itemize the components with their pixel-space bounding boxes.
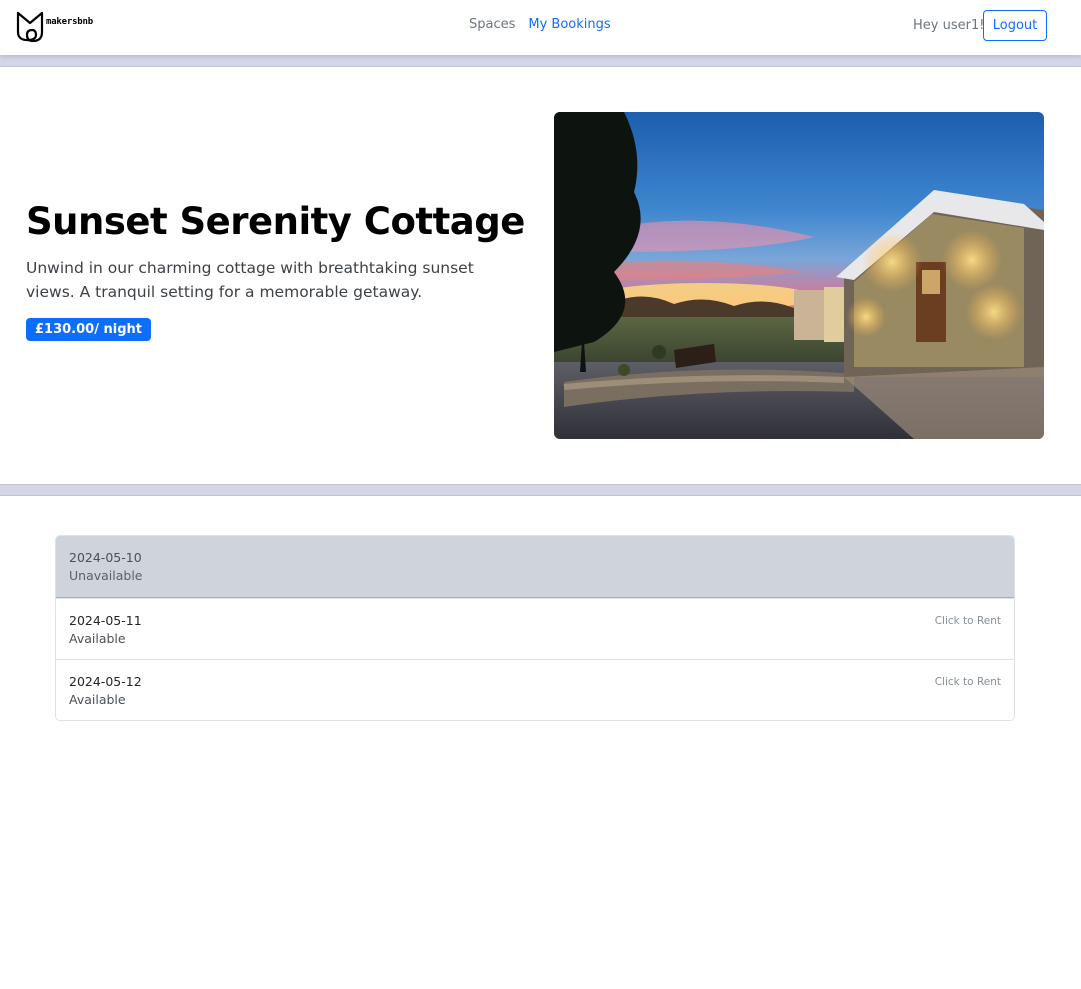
date-item-unavailable: 2024-05-10 Unavailable: [56, 536, 1014, 598]
nav-link-spaces[interactable]: Spaces: [469, 17, 515, 32]
nav-link-my-bookings[interactable]: My Bookings: [528, 17, 610, 32]
click-to-rent-link[interactable]: Click to Rent: [935, 676, 1001, 688]
availability-status: Unavailable: [69, 568, 143, 583]
date-label: 2024-05-11: [69, 613, 142, 628]
date-label: 2024-05-12: [69, 674, 142, 689]
space-description: Unwind in our charming cottage with brea…: [26, 259, 474, 301]
date-item-available[interactable]: 2024-05-11 Available Click to Rent: [56, 598, 1014, 659]
section-divider-band: [0, 484, 1081, 496]
click-to-rent-link[interactable]: Click to Rent: [935, 615, 1001, 627]
brand-link[interactable]: makersbnb: [16, 10, 93, 42]
space-title: Sunset Serenity Cottage: [26, 200, 525, 243]
date-label: 2024-05-10: [69, 550, 142, 565]
availability-status: Available: [69, 692, 126, 707]
header-divider-band: [0, 55, 1081, 67]
logout-button[interactable]: Logout: [983, 10, 1047, 41]
nav-links: Spaces My Bookings: [469, 17, 611, 32]
space-photo: [554, 112, 1044, 439]
navbar: makersbnb Spaces My Bookings Hey user1! …: [0, 0, 1081, 55]
brand-name: makersbnb: [46, 16, 93, 27]
availability-status: Available: [69, 631, 126, 646]
makersbnb-logo-icon: [16, 11, 44, 42]
availability-list: 2024-05-10 Unavailable 2024-05-11 Availa…: [55, 535, 1015, 721]
price-badge: £130.00/ night: [26, 318, 151, 341]
user-greeting: Hey user1!: [913, 18, 985, 33]
date-item-available[interactable]: 2024-05-12 Available Click to Rent: [56, 659, 1014, 720]
